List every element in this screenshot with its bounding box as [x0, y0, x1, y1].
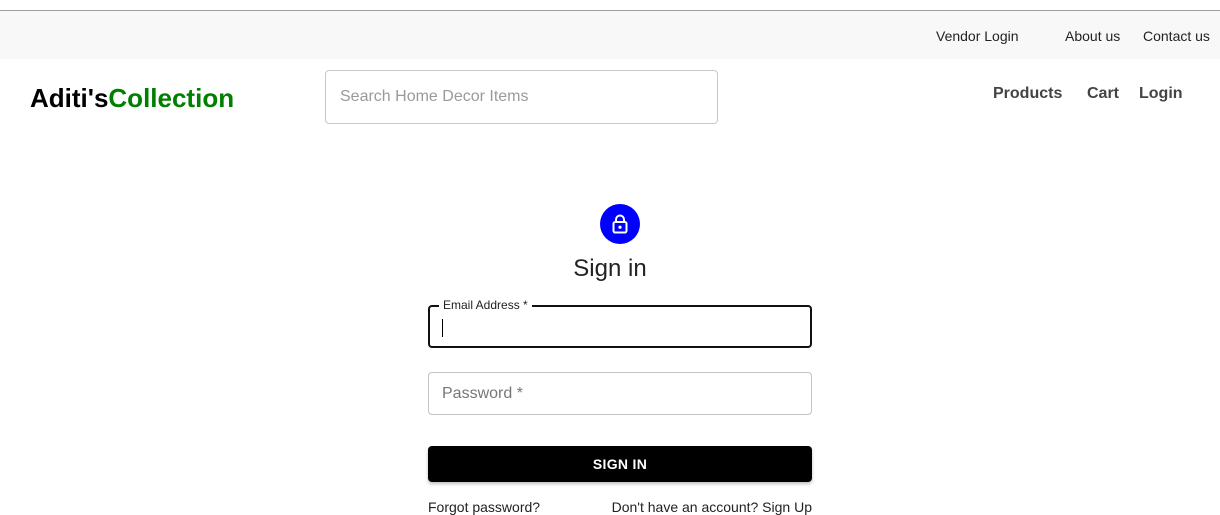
email-field: Email Address *	[428, 298, 812, 348]
forgot-password-link[interactable]: Forgot password?	[428, 499, 540, 515]
sign-in-button[interactable]: SIGN IN	[428, 446, 812, 482]
search-box	[325, 70, 718, 124]
search-input[interactable]	[326, 71, 717, 123]
lock-avatar	[600, 204, 640, 244]
main-navbar: Aditi'sCollection Products Cart Login	[30, 59, 1212, 137]
sign-up-link[interactable]: Don't have an account? Sign Up	[612, 499, 812, 515]
lock-icon	[612, 214, 628, 234]
password-input[interactable]	[429, 373, 811, 414]
email-field-label: Email Address *	[439, 298, 532, 312]
signin-title: Sign in	[573, 255, 647, 282]
password-field	[428, 372, 812, 415]
brand-name-part2: Collection	[108, 83, 235, 113]
text-cursor	[442, 319, 443, 337]
vendor-login-link[interactable]: Vendor Login	[936, 28, 1019, 44]
utility-bar: Vendor Login About us Contact us	[0, 11, 1220, 59]
email-input[interactable]	[430, 307, 810, 346]
nav-products-link[interactable]: Products	[993, 85, 1062, 103]
brand-logo[interactable]: Aditi'sCollection	[30, 83, 234, 114]
about-us-link[interactable]: About us	[1065, 28, 1120, 44]
nav-cart-link[interactable]: Cart	[1087, 85, 1119, 103]
contact-us-link[interactable]: Contact us	[1143, 28, 1210, 44]
brand-name-part1: Aditi's	[30, 83, 109, 113]
nav-login-link[interactable]: Login	[1139, 85, 1183, 103]
